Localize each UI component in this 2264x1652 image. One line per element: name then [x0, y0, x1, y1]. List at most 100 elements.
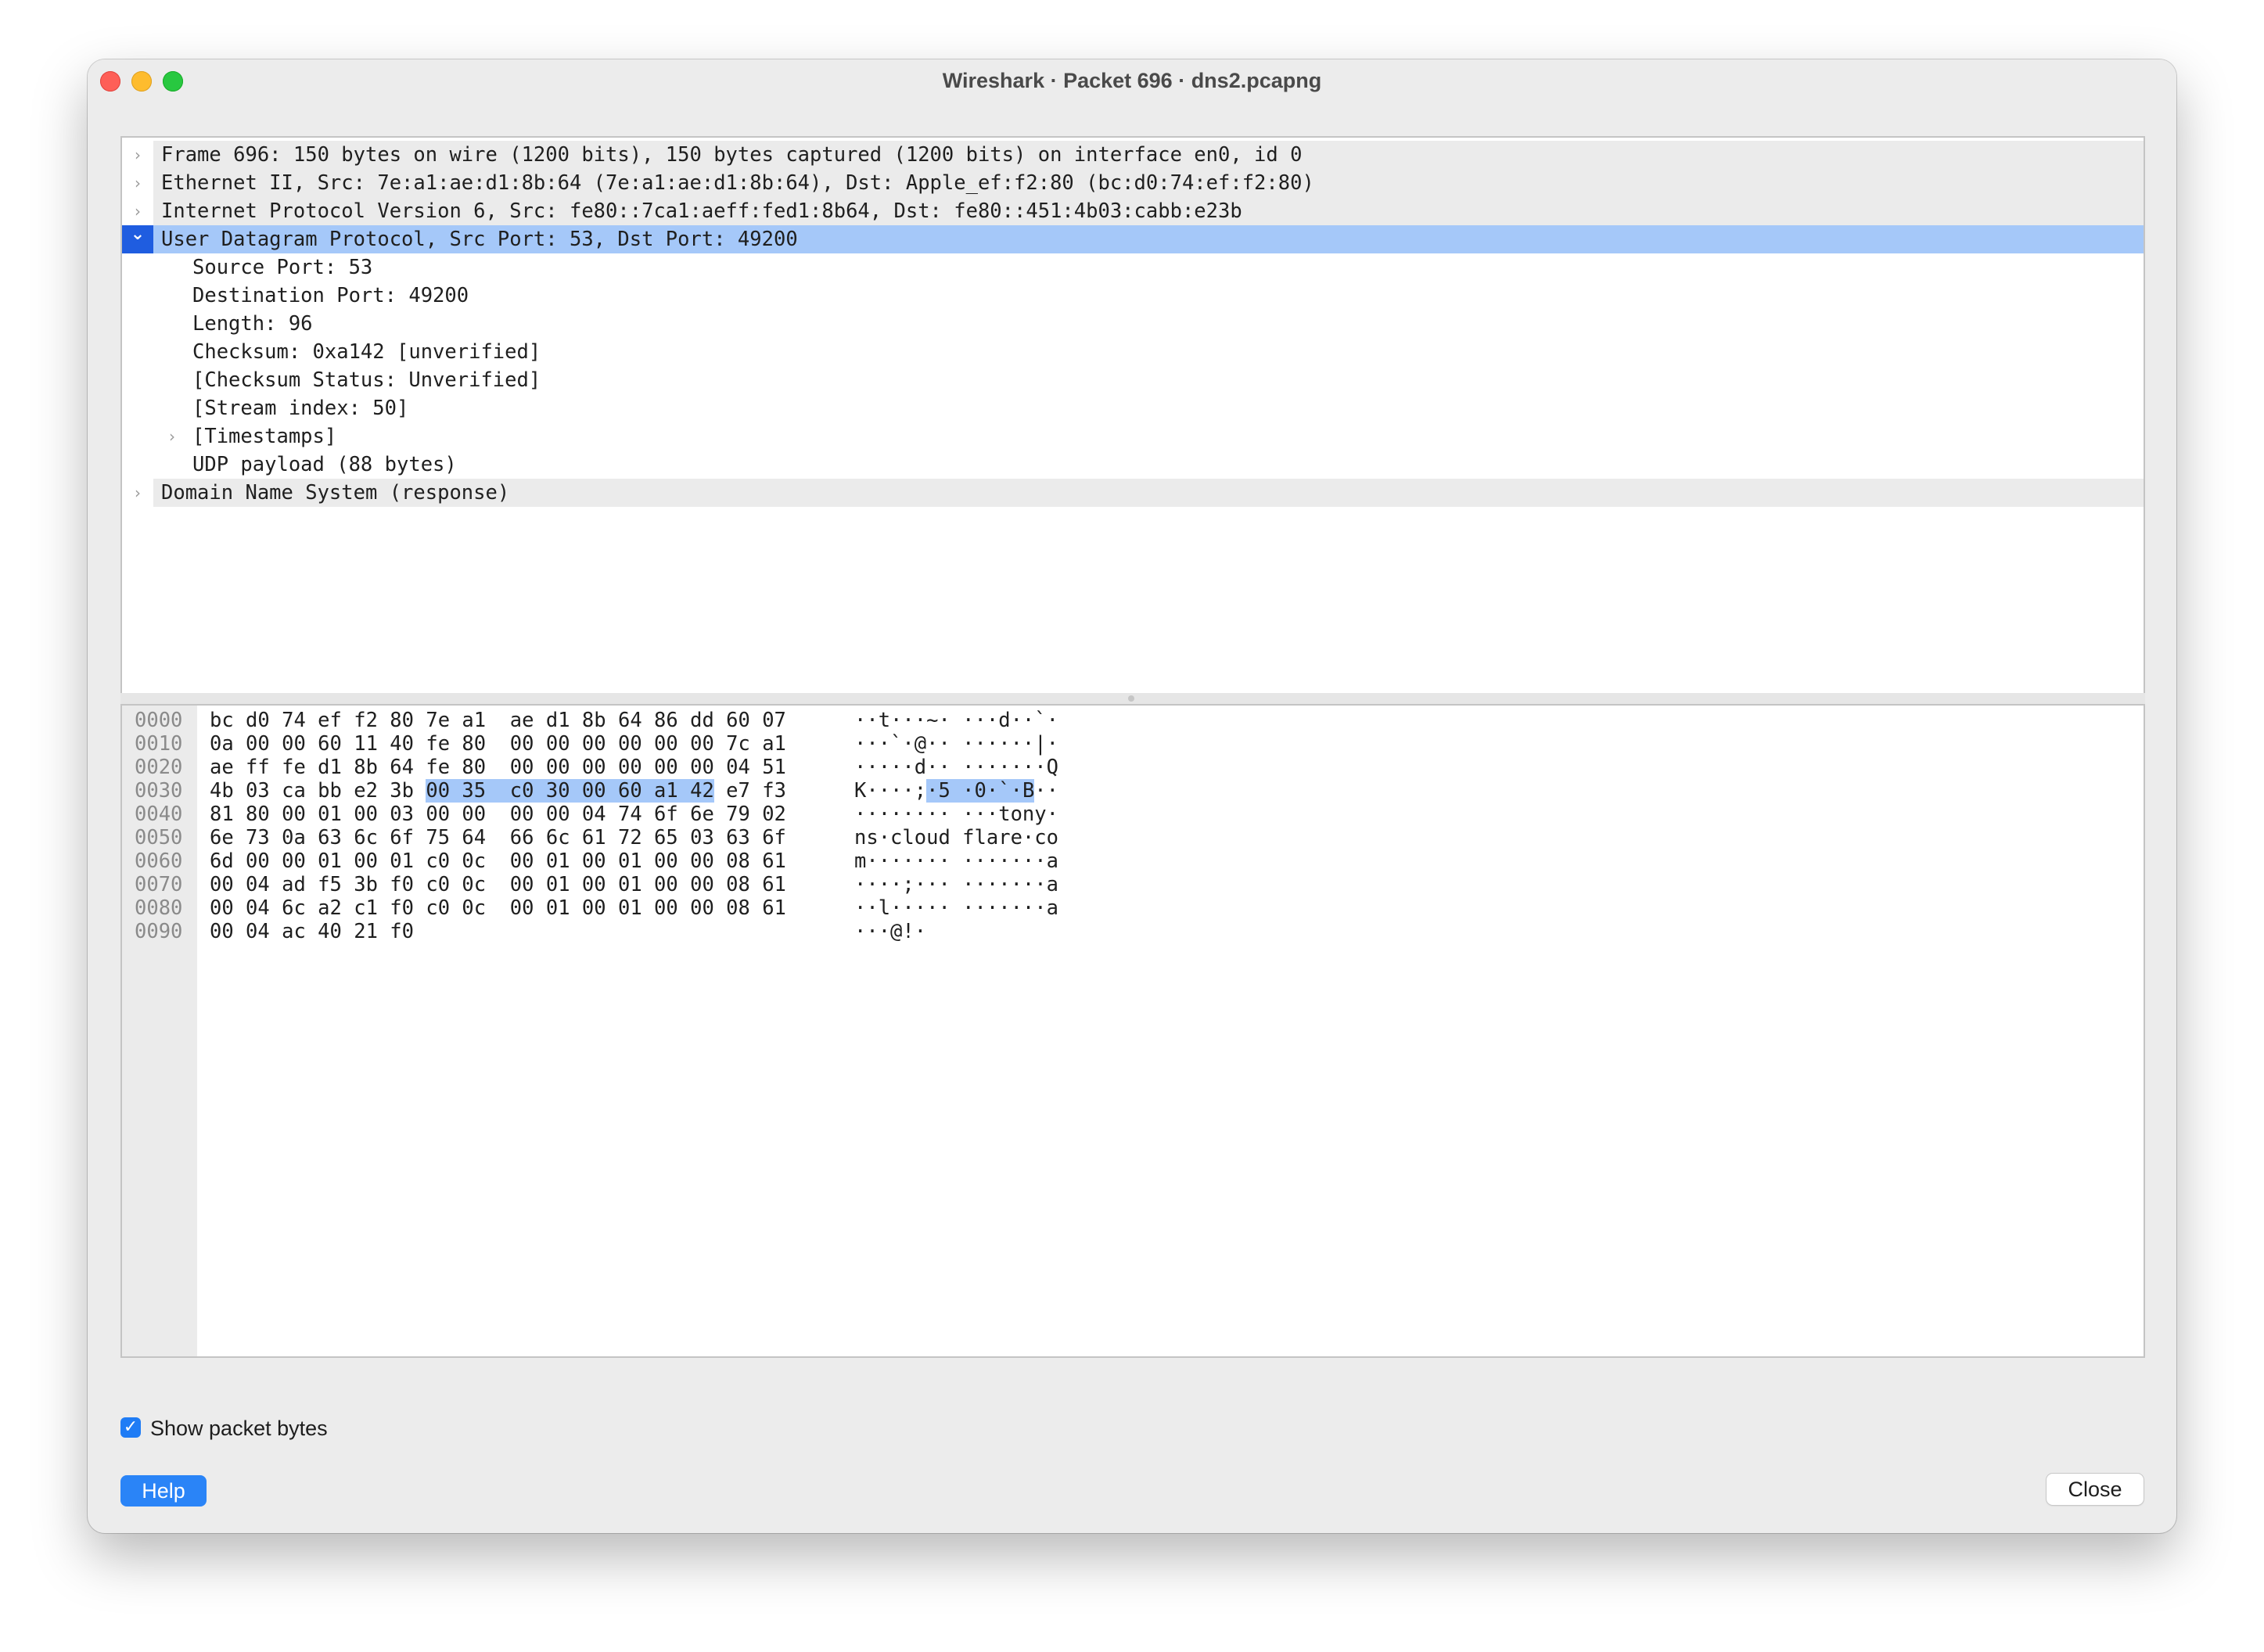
- tree-row[interactable]: › Internet Protocol Version 6, Src: fe80:…: [122, 197, 2144, 225]
- tree-row-text: Frame 696: 150 bytes on wire (1200 bits)…: [161, 143, 1303, 167]
- chevron-right-icon[interactable]: ›: [128, 169, 147, 197]
- chevron-right-icon[interactable]: ›: [163, 422, 181, 451]
- ascii-bytes[interactable]: m······· ·······a: [854, 849, 1058, 873]
- pane-splitter[interactable]: [120, 693, 2145, 704]
- tree-row-text: Source Port: 53: [192, 256, 373, 279]
- byte-row[interactable]: 0090 00 04 ac 40 21 f0 ···@!·: [122, 920, 1217, 943]
- tree-row[interactable]: [Stream index: 50]: [122, 394, 2144, 422]
- hex-bytes[interactable]: 6d 00 00 01 00 01 c0 0c 00 01 00 01 00 0…: [210, 849, 786, 873]
- chevron-right-icon[interactable]: ›: [128, 479, 147, 507]
- ascii-bytes[interactable]: ···`·@·· ······|·: [854, 732, 1058, 756]
- hex-bytes[interactable]: 6e 73 0a 63 6c 6f 75 64 66 6c 61 72 65 0…: [210, 826, 786, 849]
- ascii-bytes[interactable]: ·····d·· ·······Q: [854, 756, 1058, 779]
- byte-row[interactable]: 0000 bc d0 74 ef f2 80 7e a1 ae d1 8b 64 …: [122, 709, 1217, 732]
- help-button[interactable]: Help: [120, 1475, 207, 1507]
- tree-row[interactable]: Length: 96: [122, 310, 2144, 338]
- hex-text: 0a 00 00 60 11 40 fe 80 00 00 00 00 00 0…: [210, 732, 786, 756]
- hex-text: ae ff fe d1 8b 64 fe 80 00 00 00 00 00 0…: [210, 756, 786, 779]
- hex-text: 00 04 6c a2 c1 f0 c0 0c 00 01 00 01 00 0…: [210, 896, 786, 920]
- byte-row[interactable]: 0020 ae ff fe d1 8b 64 fe 80 00 00 00 00 …: [122, 756, 1217, 779]
- hex-bytes[interactable]: 0a 00 00 60 11 40 fe 80 00 00 00 00 00 0…: [210, 732, 786, 756]
- chevron-down-icon[interactable]: ⌄: [128, 221, 147, 249]
- byte-offset: 0020: [135, 756, 183, 779]
- byte-offset: 0060: [135, 849, 183, 873]
- byte-offset: 0070: [135, 873, 183, 896]
- ascii-text: m······· ·······a: [854, 849, 1058, 873]
- tree-row[interactable]: › Frame 696: 150 bytes on wire (1200 bits…: [122, 141, 2144, 169]
- hex-bytes[interactable]: bc d0 74 ef f2 80 7e a1 ae d1 8b 64 86 d…: [210, 709, 786, 732]
- ascii-text: K····;: [854, 779, 927, 803]
- tree-row-text: Checksum: 0xa142 [unverified]: [192, 340, 541, 364]
- tree-row-text: [Timestamps]: [192, 425, 337, 448]
- hex-bytes[interactable]: 81 80 00 01 00 03 00 00 00 00 04 74 6f 6…: [210, 803, 786, 826]
- close-button[interactable]: Close: [2047, 1474, 2144, 1505]
- window-title: Wireshark · Packet 696 · dns2.pcapng: [942, 69, 1322, 92]
- ascii-text: ········ ···tony·: [854, 803, 1058, 826]
- hex-text: 00 04 ad f5 3b f0 c0 0c 00 01 00 01 00 0…: [210, 873, 786, 896]
- ascii-bytes[interactable]: ··t···~· ···d··`·: [854, 709, 1058, 732]
- tree-row-text: Domain Name System (response): [161, 481, 510, 505]
- ascii-bytes[interactable]: ···@!·: [854, 920, 926, 943]
- byte-offset: 0010: [135, 732, 183, 756]
- tree-row-text: [Stream index: 50]: [192, 397, 409, 420]
- hex-text: 00 04 ac 40 21 f0: [210, 920, 414, 943]
- byte-row[interactable]: 0050 6e 73 0a 63 6c 6f 75 64 66 6c 61 72 …: [122, 826, 1217, 849]
- hex-text: bc d0 74 ef f2 80 7e a1 ae d1 8b 64 86 d…: [210, 709, 786, 732]
- tree-row-text: [Checksum Status: Unverified]: [192, 368, 541, 392]
- byte-row[interactable]: 0080 00 04 6c a2 c1 f0 c0 0c 00 01 00 01 …: [122, 896, 1217, 920]
- byte-row[interactable]: 0010 0a 00 00 60 11 40 fe 80 00 00 00 00 …: [122, 732, 1217, 756]
- hex-bytes[interactable]: 4b 03 ca bb e2 3b 00 35 c0 30 00 60 a1 4…: [210, 779, 786, 803]
- ascii-text: ns·cloud flare·co: [854, 826, 1058, 849]
- tree-row[interactable]: ⌄ User Datagram Protocol, Src Port: 53, D…: [122, 224, 2144, 253]
- packet-bytes-pane[interactable]: 0000 bc d0 74 ef f2 80 7e a1 ae d1 8b 64 …: [120, 704, 2145, 1358]
- byte-offset: 0040: [135, 803, 183, 826]
- packet-dialog-window: Wireshark · Packet 696 · dns2.pcapng › Fr…: [88, 59, 2176, 1533]
- hex-text: 6d 00 00 01 00 01 c0 0c 00 01 00 01 00 0…: [210, 849, 786, 873]
- hex-highlight: 00 35 c0 30 00 60 a1 42: [426, 779, 714, 803]
- hex-text: 6e 73 0a 63 6c 6f 75 64 66 6c 61 72 65 0…: [210, 826, 786, 849]
- show-packet-bytes-label[interactable]: Show packet bytes: [150, 1416, 328, 1441]
- byte-offset: 0000: [135, 709, 183, 732]
- tree-row[interactable]: › Domain Name System (response): [122, 479, 2144, 507]
- byte-row[interactable]: 0060 6d 00 00 01 00 01 c0 0c 00 01 00 01 …: [122, 849, 1217, 873]
- hex-bytes[interactable]: 00 04 6c a2 c1 f0 c0 0c 00 01 00 01 00 0…: [210, 896, 786, 920]
- chevron-right-icon[interactable]: ›: [128, 141, 147, 169]
- ascii-bytes[interactable]: K····;·5 ·0·`·B··: [854, 779, 1058, 803]
- tree-row[interactable]: › Ethernet II, Src: 7e:a1:ae:d1:8b:64 (7e…: [122, 169, 2144, 197]
- tree-row[interactable]: UDP payload (88 bytes): [122, 451, 2144, 479]
- tree-row-text: Destination Port: 49200: [192, 284, 469, 307]
- ascii-text: ···`·@·· ······|·: [854, 732, 1058, 756]
- ascii-text: ····;··· ·······a: [854, 873, 1058, 896]
- ascii-text: ··t···~· ···d··`·: [854, 709, 1058, 732]
- tree-row[interactable]: Source Port: 53: [122, 253, 2144, 282]
- hex-text: e7 f3: [713, 779, 786, 803]
- byte-row[interactable]: 0070 00 04 ad f5 3b f0 c0 0c 00 01 00 01 …: [122, 873, 1217, 896]
- ascii-text: ···@!·: [854, 920, 927, 943]
- byte-offset: 0030: [135, 779, 183, 803]
- splitter-handle[interactable]: [1128, 695, 1134, 702]
- byte-row[interactable]: 0040 81 80 00 01 00 03 00 00 00 00 04 74 …: [122, 803, 1217, 826]
- byte-offset: 0080: [135, 896, 183, 920]
- tree-row-text: Internet Protocol Version 6, Src: fe80::…: [161, 199, 1242, 223]
- show-packet-bytes-checkbox[interactable]: ✓: [120, 1417, 141, 1438]
- hex-text: 4b 03 ca bb e2 3b: [210, 779, 426, 803]
- byte-row[interactable]: 0030 4b 03 ca bb e2 3b 00 35 c0 30 00 60 …: [122, 779, 1217, 803]
- ascii-highlight: ·5 ·0·`·B: [926, 779, 1035, 803]
- ascii-bytes[interactable]: ··l····· ·······a: [854, 896, 1058, 920]
- tree-row-text: Length: 96: [192, 312, 313, 336]
- ascii-text: ·····d·· ·······Q: [854, 756, 1058, 779]
- ascii-bytes[interactable]: ········ ···tony·: [854, 803, 1058, 826]
- hex-bytes[interactable]: 00 04 ad f5 3b f0 c0 0c 00 01 00 01 00 0…: [210, 873, 786, 896]
- hex-bytes[interactable]: 00 04 ac 40 21 f0: [210, 920, 414, 943]
- packet-details-tree[interactable]: › Frame 696: 150 bytes on wire (1200 bits…: [120, 136, 2145, 696]
- tree-row[interactable]: Destination Port: 49200: [122, 282, 2144, 310]
- hex-bytes[interactable]: ae ff fe d1 8b 64 fe 80 00 00 00 00 00 0…: [210, 756, 786, 779]
- tree-row[interactable]: › [Timestamps]: [122, 422, 2144, 451]
- title-bar[interactable]: Wireshark · Packet 696 · dns2.pcapng: [88, 59, 2176, 105]
- tree-row[interactable]: [Checksum Status: Unverified]: [122, 366, 2144, 394]
- ascii-bytes[interactable]: ····;··· ·······a: [854, 873, 1058, 896]
- byte-offset: 0050: [135, 826, 183, 849]
- ascii-bytes[interactable]: ns·cloud flare·co: [854, 826, 1058, 849]
- tree-row-text: Ethernet II, Src: 7e:a1:ae:d1:8b:64 (7e:…: [161, 171, 1314, 195]
- tree-row[interactable]: Checksum: 0xa142 [unverified]: [122, 338, 2144, 366]
